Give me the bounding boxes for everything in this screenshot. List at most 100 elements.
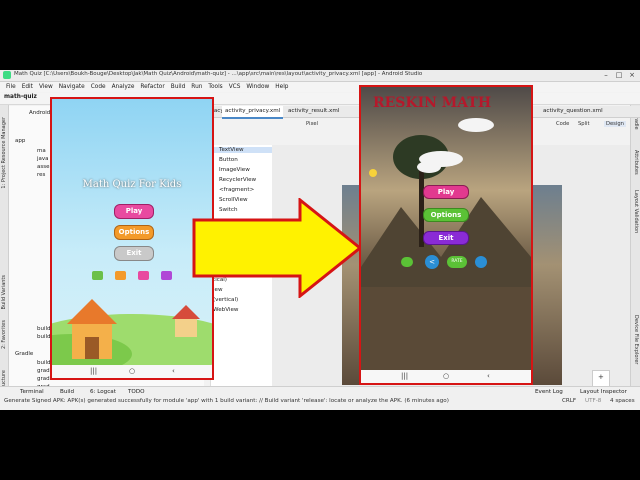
menu-navigate[interactable]: Navigate (59, 82, 85, 92)
left-tool-strip: Resource Manager 1: Project Build Variants… (0, 105, 9, 400)
menu-analyze[interactable]: Analyze (112, 82, 135, 92)
nav-bar: ||| ○ ‹ (361, 370, 531, 383)
small-house-icon (172, 305, 200, 337)
tree-item[interactable]: build (37, 334, 51, 340)
app-title: RESKIN MATH (373, 95, 492, 111)
maximize-icon[interactable]: □ (613, 70, 625, 80)
indent-setting[interactable]: 4 spaces (610, 398, 635, 404)
menu-view[interactable]: View (39, 82, 53, 92)
transform-arrow-icon (192, 198, 363, 298)
share-icon[interactable] (115, 271, 126, 280)
home-icon[interactable]: ○ (129, 365, 135, 378)
left-tool-window-label[interactable]: 1: Project (1, 165, 7, 189)
code-view-button[interactable]: Code (556, 121, 569, 127)
palette-item[interactable]: RecyclerView (219, 177, 256, 183)
right-tool-window-label[interactable]: Device File Explorer (633, 315, 639, 364)
right-tool-window-label[interactable]: Attributes (633, 150, 639, 175)
house-icon (67, 299, 117, 359)
menu-vcs[interactable]: VCS (229, 82, 241, 92)
device-selector[interactable]: Pixel (306, 121, 318, 127)
left-tool-window-label[interactable]: Build Variants (1, 275, 7, 309)
bottom-tab[interactable]: 6: Logcat (90, 387, 116, 397)
exit-button[interactable]: Exit (114, 246, 154, 261)
game-icon[interactable] (401, 257, 413, 267)
tree-view-selector[interactable]: Android (29, 110, 50, 116)
project-breadcrumb[interactable]: math-quiz (4, 94, 37, 100)
palette-item[interactable]: <fragment> (219, 187, 254, 193)
phone-preview-reskin: RESKIN MATH Play Options Exit < RATE |||… (359, 85, 533, 385)
palette-item[interactable]: TextView (211, 147, 279, 153)
menu-bar: File Edit View Navigate Code Analyze Refactor B… (0, 82, 640, 92)
menu-window[interactable]: Window (246, 82, 269, 92)
home-icon[interactable]: ○ (443, 370, 449, 383)
right-tool-strip: Gradle Attributes Layout Validation Device … (630, 105, 640, 395)
bottom-tab[interactable]: Build (60, 387, 74, 397)
menu-code[interactable]: Code (91, 82, 106, 92)
tree-item[interactable]: asse (37, 164, 50, 170)
menu-tools[interactable]: Tools (208, 82, 222, 92)
app-title: Math Quiz For Kids (82, 179, 182, 190)
tree-item[interactable]: grad (37, 376, 50, 382)
recents-icon[interactable]: ||| (90, 365, 97, 378)
close-icon[interactable]: × (626, 70, 638, 80)
menu-file[interactable]: File (6, 82, 16, 92)
exit-button[interactable]: Exit (423, 231, 469, 245)
right-tool-window-label[interactable]: Layout Validation (633, 190, 639, 233)
editor-tab[interactable]: activity_question.xml (540, 106, 606, 117)
palette-item[interactable]: Button (219, 157, 238, 163)
encoding[interactable]: UTF-8 (585, 398, 601, 404)
info-icon[interactable] (475, 256, 487, 268)
left-tool-window-label[interactable]: 2: Favorites (1, 320, 7, 349)
back-icon[interactable]: ‹ (487, 370, 490, 383)
bottom-right-tab[interactable]: Layout Inspector (580, 387, 627, 397)
options-button[interactable]: Options (114, 225, 154, 240)
view-mode-switch: Code Split Design (520, 118, 630, 130)
rate-button[interactable]: RATE (447, 256, 467, 268)
rate-icon[interactable] (92, 271, 103, 280)
tree-item[interactable]: build (37, 326, 51, 332)
privacy-icon[interactable] (138, 271, 149, 280)
menu-run[interactable]: Run (191, 82, 202, 92)
bottom-tab[interactable]: Terminal (20, 387, 44, 397)
recents-icon[interactable]: ||| (401, 370, 408, 383)
bottom-tab[interactable]: TODO (128, 387, 145, 397)
component-tree-item[interactable]: WebView (213, 307, 238, 313)
title-bar: Math Quiz [C:\Users\Boukh-Bouge\Desktop\… (0, 70, 640, 82)
device-selector-bar: Pixel (298, 118, 358, 130)
share-icon[interactable]: < (425, 255, 439, 269)
split-view-button[interactable]: Split (578, 121, 590, 127)
left-tool-window-label[interactable]: Resource Manager (1, 117, 7, 163)
icon-row: < RATE (401, 255, 501, 269)
window-title: Math Quiz [C:\Users\Boukh-Bouge\Desktop\… (14, 71, 423, 77)
play-button[interactable]: Play (423, 185, 469, 199)
tree-item[interactable]: ma (37, 148, 46, 154)
sun-icon (369, 169, 377, 177)
menu-refactor[interactable]: Refactor (140, 82, 164, 92)
design-view-button[interactable]: Design (604, 121, 626, 127)
line-separator[interactable]: CRLF (562, 398, 576, 404)
bottom-tool-tabs: Terminal Build 6: Logcat TODO Event Log Layou… (0, 387, 640, 397)
editor-tab[interactable]: activity_privacy.xml (222, 106, 284, 119)
nav-bar: ||| ○ ‹ (52, 365, 212, 378)
menu-edit[interactable]: Edit (22, 82, 33, 92)
icon-row (92, 271, 172, 281)
back-icon[interactable]: ‹ (172, 365, 175, 378)
tree-item[interactable]: build (37, 360, 51, 366)
options-button[interactable]: Options (423, 208, 469, 222)
tree-item[interactable]: Gradle (15, 351, 33, 357)
more-icon[interactable] (161, 271, 172, 280)
android-studio-icon (3, 71, 11, 79)
palette-item[interactable]: ImageView (219, 167, 250, 173)
tree-item[interactable]: grad (37, 368, 50, 374)
tree-item[interactable]: java (37, 156, 49, 162)
minimize-icon[interactable]: – (600, 70, 612, 80)
editor-tab[interactable]: activity_result.xml (285, 106, 342, 117)
bottom-right-tab[interactable]: Event Log (535, 387, 563, 397)
tree-item[interactable]: app (15, 138, 25, 144)
play-button[interactable]: Play (114, 204, 154, 219)
menu-help[interactable]: Help (275, 82, 288, 92)
tree-item[interactable]: res (37, 172, 45, 178)
status-message: Generate Signed APK: APK(s) generated su… (4, 398, 449, 404)
zoom-in-icon[interactable]: + (598, 373, 604, 381)
menu-build[interactable]: Build (171, 82, 186, 92)
